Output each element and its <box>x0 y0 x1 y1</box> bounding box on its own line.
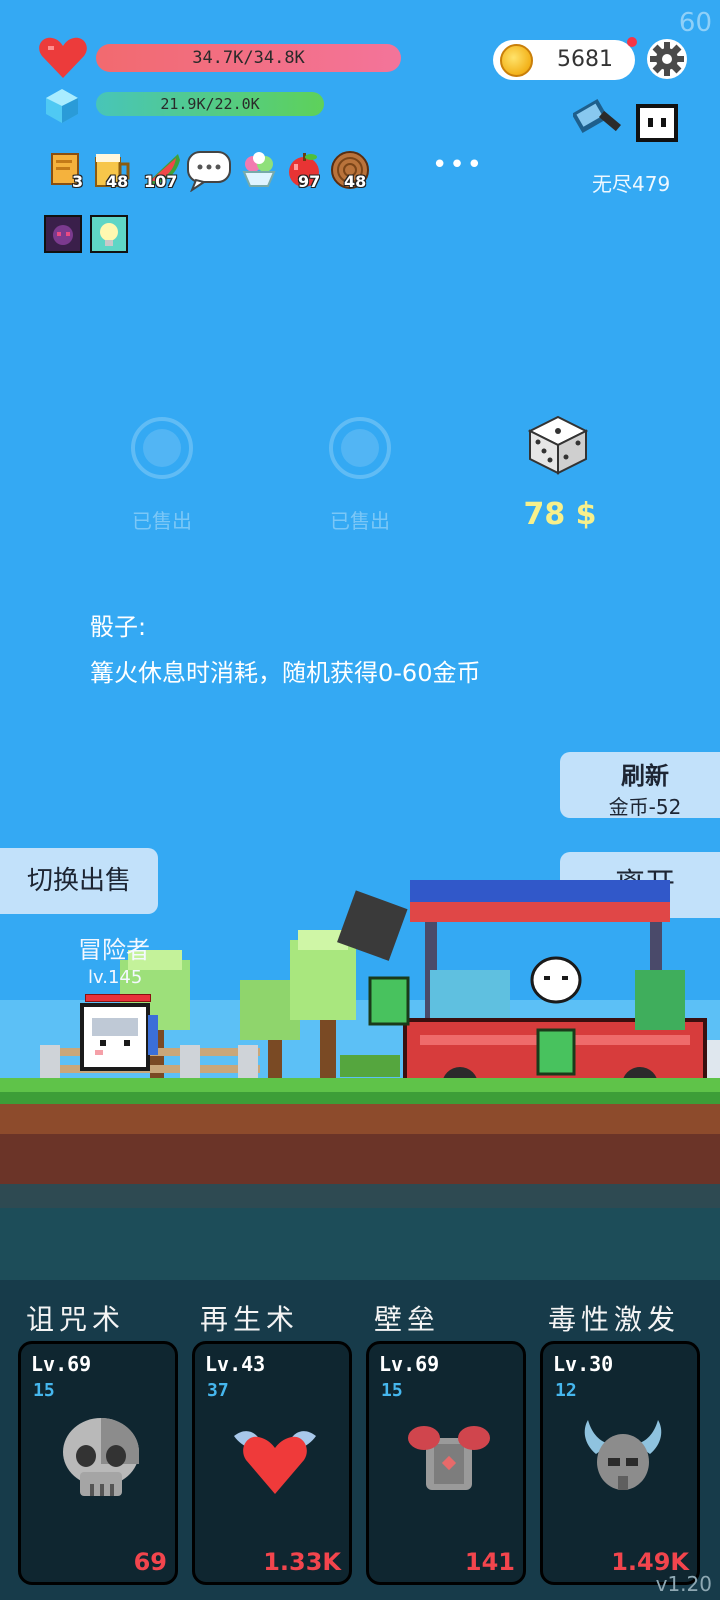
hero-hp-bar <box>85 994 151 1002</box>
skill-name: 再生术 <box>200 1303 300 1336</box>
skill-value: 69 <box>133 1548 167 1576</box>
item-description-text: 篝火休息时消耗，随机获得0-60金币 <box>90 659 481 687</box>
skill-card-curse[interactable]: Lv.69 15 69 <box>18 1341 178 1585</box>
fps-counter: 60 <box>678 8 712 38</box>
skill-level: Lv.30 <box>553 1352 614 1376</box>
endless-mode-label: 无尽479 <box>592 172 671 196</box>
hero-level: lv.145 <box>88 967 143 988</box>
lightbulb-buff-icon <box>90 215 128 253</box>
chat-bubble-icon <box>187 151 231 193</box>
skill-name: 壁垒 <box>374 1303 441 1336</box>
gear-icon[interactable] <box>646 38 688 80</box>
skill-card-toxic[interactable]: Lv.30 12 1.49K <box>540 1341 700 1585</box>
item-count: 48 <box>106 172 129 191</box>
sold-slot-2[interactable] <box>329 417 391 479</box>
armor-icon <box>408 1426 490 1490</box>
item-apple[interactable]: 97 <box>284 150 326 192</box>
item-wood-log[interactable]: 48 <box>330 150 372 192</box>
item-ice-cream[interactable] <box>238 150 280 192</box>
item-count: 97 <box>298 172 321 191</box>
dice-price: 78 $ <box>523 497 597 532</box>
skill-value: 1.33K <box>263 1548 341 1576</box>
refresh-cost: 金币-52 <box>608 795 682 819</box>
merchant-sprite <box>530 956 582 1004</box>
hero-name: 冒险者 <box>78 936 150 964</box>
item-count: 48 <box>344 172 367 191</box>
skill-name: 诅咒术 <box>26 1303 126 1336</box>
hero-sprite <box>80 1003 158 1071</box>
item-watermelon[interactable]: 107 <box>142 150 184 192</box>
dice-icon[interactable] <box>528 415 588 475</box>
notification-dot <box>627 37 637 47</box>
coin-icon <box>500 44 533 77</box>
skill-cost: 15 <box>33 1380 55 1401</box>
mana-gem-icon <box>46 89 78 123</box>
buff-light[interactable] <box>90 215 128 253</box>
hp-bar: 34.7K/34.8K <box>96 44 401 72</box>
demon-buff-icon <box>44 215 82 253</box>
skill-level: Lv.69 <box>31 1352 92 1376</box>
winged-heart-icon <box>234 1431 316 1494</box>
horned-helmet-icon <box>584 1420 662 1490</box>
mana-bar: 21.9K/22.0K <box>96 92 324 116</box>
skill-card-regen[interactable]: Lv.43 37 1.33K <box>192 1341 352 1585</box>
item-description-title: 骰子: <box>90 613 147 641</box>
sold-slot-1[interactable] <box>131 417 193 479</box>
skill-card-bulwark[interactable]: Lv.69 15 141 <box>366 1341 526 1585</box>
skill-cost: 15 <box>381 1380 403 1401</box>
refresh-label: 刷新 <box>621 762 669 790</box>
skill-level: Lv.43 <box>205 1352 266 1376</box>
item-count: 3 <box>72 172 84 191</box>
skill-cost: 12 <box>555 1380 577 1401</box>
skull-icon <box>63 1418 139 1496</box>
buff-dark[interactable] <box>44 215 82 253</box>
skill-cost: 37 <box>207 1380 229 1401</box>
heart-icon <box>39 37 87 78</box>
item-scroll[interactable]: 3 <box>46 150 88 192</box>
item-count: 107 <box>144 172 178 191</box>
ghost-icon[interactable] <box>632 98 682 146</box>
coin-amount: 5681 <box>557 47 613 72</box>
item-chat[interactable] <box>186 150 232 193</box>
item-beer[interactable]: 48 <box>92 150 134 192</box>
skill-value: 141 <box>464 1548 515 1576</box>
version-label: v1.20 <box>655 1572 712 1596</box>
axe-icon[interactable] <box>573 97 625 143</box>
ice-cream-icon <box>242 152 276 187</box>
skill-level: Lv.69 <box>379 1352 440 1376</box>
refresh-button[interactable]: 刷新 金币-52 <box>560 752 720 819</box>
sold-label-1: 已售出 <box>132 509 192 533</box>
more-items-button[interactable]: ••• <box>432 150 484 180</box>
sold-label-2: 已售出 <box>330 509 390 533</box>
skill-name: 毒性激发 <box>548 1303 681 1336</box>
